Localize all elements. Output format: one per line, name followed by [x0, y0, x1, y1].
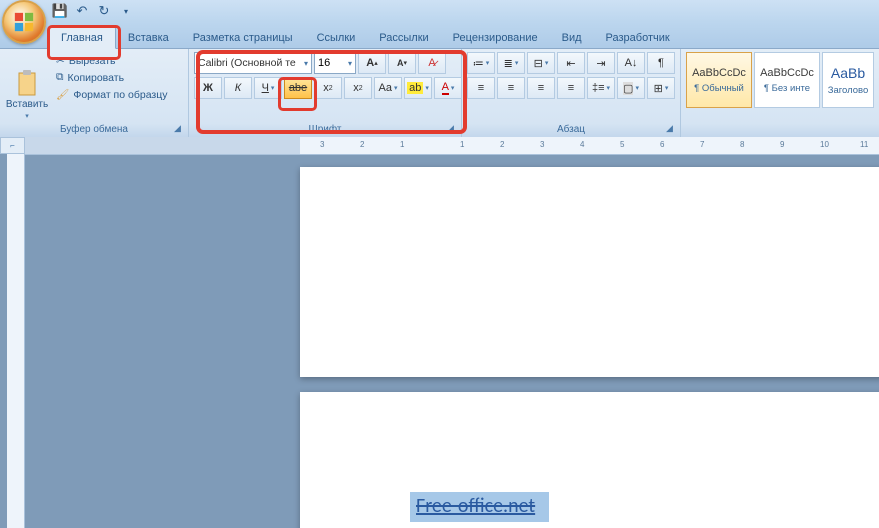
clear-formatting-button[interactable]: A̷ [418, 52, 446, 74]
ruler-ticks: 3211234567891011 [300, 137, 879, 154]
titlebar: 💾 ↶ ↻ ▾ [0, 0, 879, 22]
paste-label: Вставить [6, 99, 48, 110]
cut-icon: ✂ [56, 55, 65, 67]
document-workspace: ⌐ 3211234567891011 Free-office.net FREE-… [0, 137, 879, 528]
group-label-clipboard: Буфер обмена [0, 122, 188, 137]
group-paragraph: ≔ ≣ ⊟ ⇤ ⇥ A↓ ¶ ≡ ≡ ≡ ≡ ‡≡ ▢ ⊞ Абзац ◢ [462, 49, 681, 137]
copy-label: Копировать [68, 72, 125, 84]
group-clipboard: Вставить ▾ ✂ Вырезать ⧉ Копировать 🖌 Фор… [0, 49, 189, 137]
chevron-down-icon: ▾ [304, 59, 308, 68]
cut-label: Вырезать [69, 55, 116, 67]
bullets-button[interactable]: ≔ [467, 52, 495, 74]
font-dialog-launcher[interactable]: ◢ [447, 123, 459, 135]
align-right-button[interactable]: ≡ [527, 77, 555, 99]
copy-button[interactable]: ⧉ Копировать [53, 70, 171, 85]
style-preview: AaBb [831, 65, 865, 81]
subscript-button[interactable]: x2 [314, 77, 342, 99]
clipboard-dialog-launcher[interactable]: ◢ [174, 123, 186, 135]
tab-view[interactable]: Вид [550, 27, 594, 48]
style-normal[interactable]: AaBbCcDc ¶ Обычный [686, 52, 752, 108]
tab-mailings[interactable]: Рассылки [367, 27, 440, 48]
office-logo-icon [13, 11, 35, 33]
style-name: Заголово [828, 85, 869, 96]
style-no-spacing[interactable]: AaBbCcDc ¶ Без инте [754, 52, 820, 108]
align-center-button[interactable]: ≡ [497, 77, 525, 99]
watermark: FREE-OFFICE.NET [714, 502, 869, 520]
cut-button[interactable]: ✂ Вырезать [53, 54, 171, 68]
qat-dropdown-icon[interactable]: ▾ [118, 3, 134, 19]
redo-icon[interactable]: ↻ [96, 3, 112, 19]
chevron-down-icon: ▾ [25, 112, 29, 120]
italic-button[interactable]: К [224, 77, 252, 99]
windows-icon [714, 502, 732, 520]
underline-button[interactable]: Ч [254, 77, 282, 99]
tab-home[interactable]: Главная [48, 26, 116, 49]
highlight-color-button[interactable]: ab [404, 77, 432, 99]
format-painter-label: Формат по образцу [73, 89, 167, 101]
tab-page-layout[interactable]: Разметка страницы [181, 27, 305, 48]
style-heading[interactable]: AaBb Заголово [822, 52, 874, 108]
ribbon: Вставить ▾ ✂ Вырезать ⧉ Копировать 🖌 Фор… [0, 49, 879, 138]
change-case-button[interactable]: Aa [374, 77, 402, 99]
vertical-ruler[interactable] [7, 154, 25, 528]
superscript-button[interactable]: x2 [344, 77, 372, 99]
grow-font-button[interactable]: A▴ [358, 52, 386, 74]
group-font: Calibri (Основной те ▾ 16 ▾ A▴ A▾ A̷ Ж К… [189, 49, 462, 137]
group-styles: AaBbCcDc ¶ Обычный AaBbCcDc ¶ Без инте A… [681, 49, 879, 137]
tab-review[interactable]: Рецензирование [441, 27, 550, 48]
format-painter-icon: 🖌 [56, 88, 69, 101]
font-color-button[interactable]: A [434, 77, 462, 99]
style-name: ¶ Обычный [694, 83, 744, 94]
undo-icon[interactable]: ↶ [74, 3, 90, 19]
line-spacing-button[interactable]: ‡≡ [587, 77, 615, 99]
font-size-value: 16 [318, 57, 330, 69]
tab-insert[interactable]: Вставка [116, 27, 181, 48]
style-preview: AaBbCcDc [692, 67, 746, 79]
document-page-1[interactable] [300, 167, 879, 377]
horizontal-ruler[interactable]: 3211234567891011 [25, 137, 879, 155]
decrease-indent-button[interactable]: ⇤ [557, 52, 585, 74]
align-left-button[interactable]: ≡ [467, 77, 495, 99]
group-label-font: Шрифт [189, 122, 461, 137]
justify-button[interactable]: ≡ [557, 77, 585, 99]
format-painter-button[interactable]: 🖌 Формат по образцу [53, 87, 171, 102]
multilevel-list-button[interactable]: ⊟ [527, 52, 555, 74]
styles-gallery[interactable]: AaBbCcDc ¶ Обычный AaBbCcDc ¶ Без инте A… [686, 52, 874, 108]
save-icon[interactable]: 💾 [52, 3, 68, 19]
bold-button[interactable]: Ж [194, 77, 222, 99]
font-family-value: Calibri (Основной те [198, 57, 296, 69]
copy-icon: ⧉ [56, 71, 64, 84]
font-family-combo[interactable]: Calibri (Основной те ▾ [194, 52, 312, 74]
selected-text[interactable]: Free-office.net [410, 492, 549, 522]
group-label-paragraph: Абзац [462, 122, 680, 137]
ribbon-tabs: Главная Вставка Разметка страницы Ссылки… [0, 22, 879, 49]
sort-button[interactable]: A↓ [617, 52, 645, 74]
paragraph-dialog-launcher[interactable]: ◢ [666, 123, 678, 135]
font-size-combo[interactable]: 16 ▾ [314, 52, 356, 74]
numbering-button[interactable]: ≣ [497, 52, 525, 74]
shading-button[interactable]: ▢ [617, 77, 645, 99]
style-preview: AaBbCcDc [760, 67, 814, 79]
watermark-text: FREE-OFFICE.NET [738, 504, 869, 519]
strikethrough-button[interactable]: abe [284, 77, 312, 99]
increase-indent-button[interactable]: ⇥ [587, 52, 615, 74]
ruler-corner[interactable]: ⌐ [0, 137, 25, 154]
style-name: ¶ Без инте [764, 83, 810, 94]
show-marks-button[interactable]: ¶ [647, 52, 675, 74]
tab-references[interactable]: Ссылки [305, 27, 368, 48]
borders-button[interactable]: ⊞ [647, 77, 675, 99]
chevron-down-icon: ▾ [348, 59, 352, 68]
paste-icon [15, 69, 39, 97]
tab-developer[interactable]: Разработчик [594, 27, 682, 48]
shrink-font-button[interactable]: A▾ [388, 52, 416, 74]
quick-access-toolbar: 💾 ↶ ↻ ▾ [52, 3, 134, 19]
office-button[interactable] [2, 0, 46, 44]
